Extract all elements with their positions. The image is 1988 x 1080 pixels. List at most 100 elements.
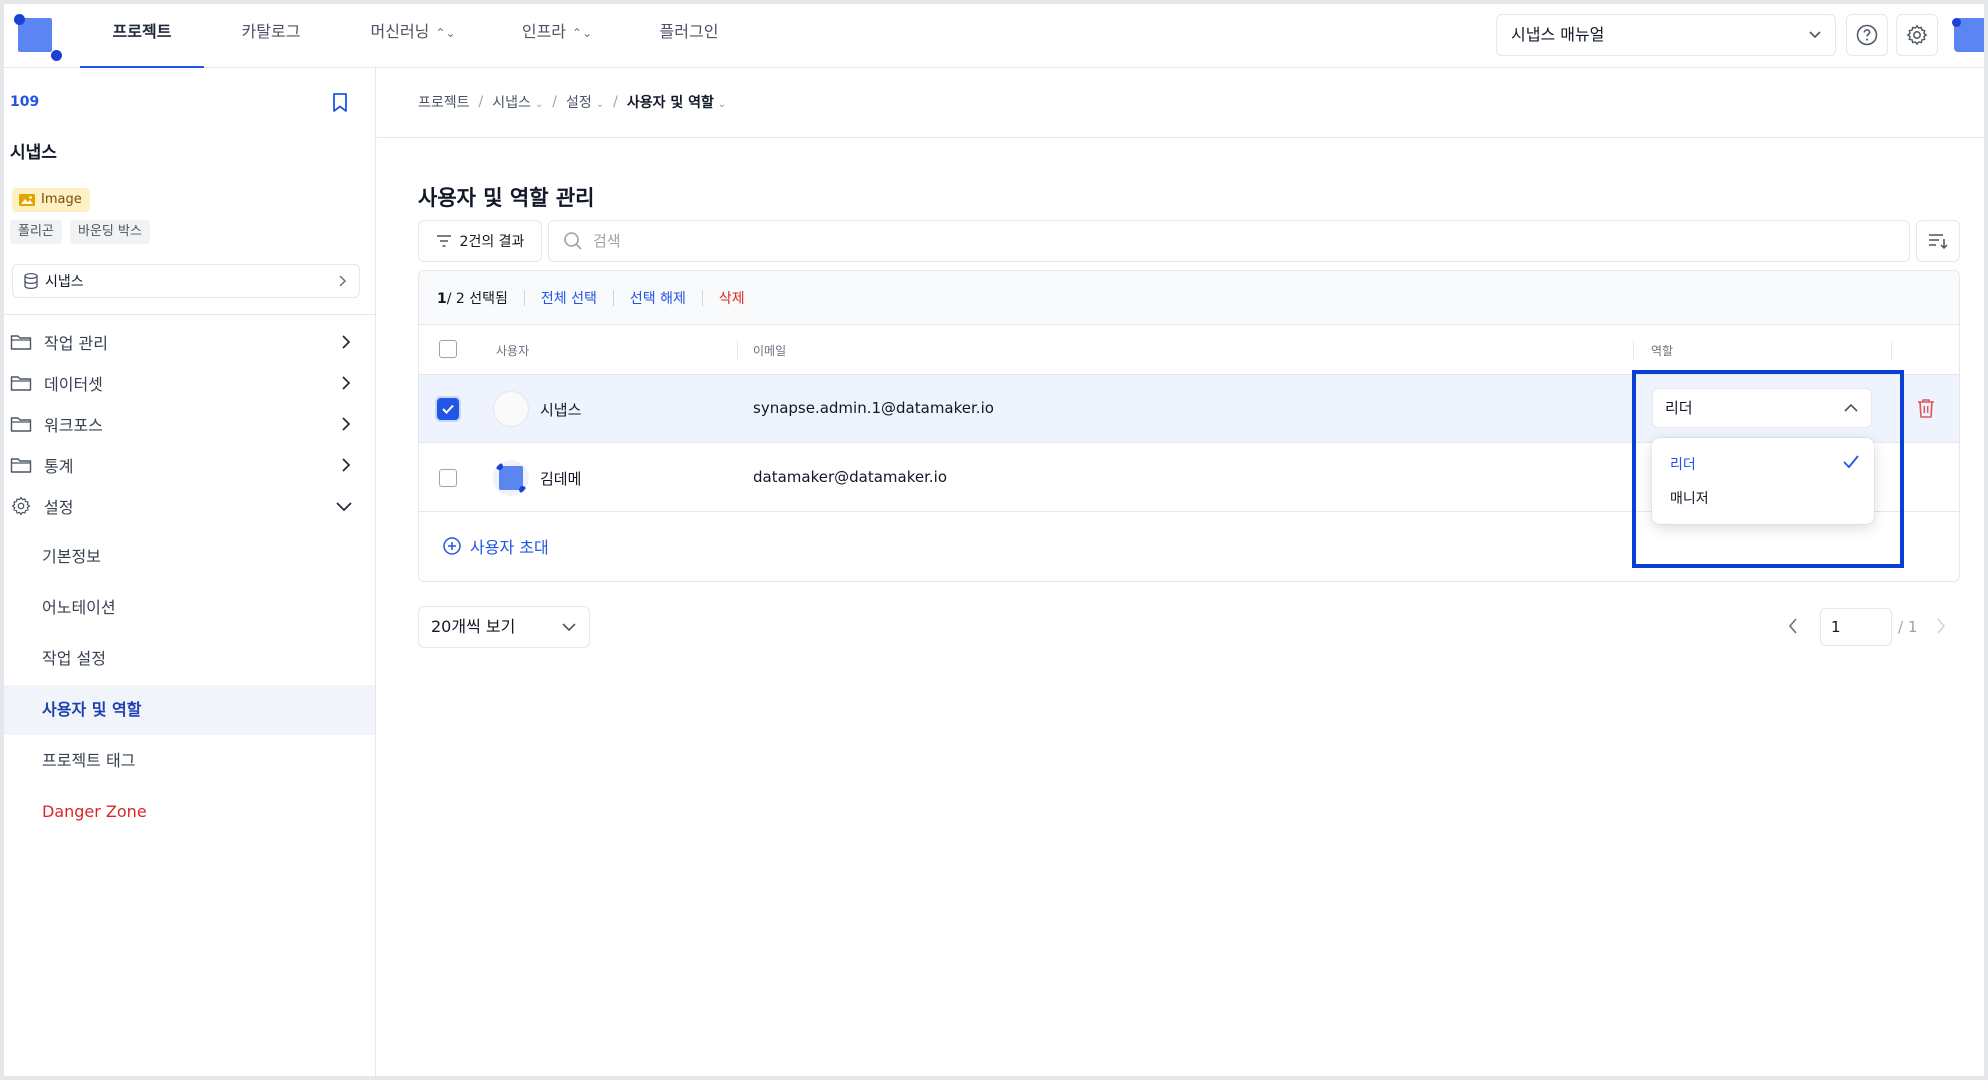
gear-icon <box>10 495 36 517</box>
nav-tab-plugin[interactable]: 플러그인 <box>644 4 734 68</box>
row-checkbox[interactable] <box>439 469 457 487</box>
settings-sub-danger-zone[interactable]: Danger Zone <box>4 787 375 837</box>
nav-tab-machine-learning[interactable]: 머신러닝 ⌃⌄ <box>348 4 478 68</box>
folder-icon <box>10 456 36 474</box>
sidebar-item-workforce[interactable]: 워크포스 <box>4 402 375 446</box>
invite-user-button[interactable]: 사용자 초대 <box>442 534 549 558</box>
nav-tab-catalog[interactable]: 카탈로그 <box>218 4 324 68</box>
nav-tab-infra[interactable]: 인프라 ⌃⌄ <box>504 4 610 68</box>
delete-user-button[interactable] <box>1914 396 1938 420</box>
trash-icon <box>1918 399 1934 418</box>
settings-sub-project-tags[interactable]: 프로젝트 태그 <box>4 736 375 786</box>
settings-button[interactable] <box>1896 14 1938 56</box>
avatar <box>493 391 529 427</box>
gear-icon <box>1906 24 1928 46</box>
app-logo[interactable] <box>14 14 62 61</box>
bookmark-icon[interactable] <box>330 92 350 118</box>
user-avatar[interactable] <box>1952 18 1984 54</box>
project-name: 시냅스 <box>10 143 57 163</box>
sidebar-item-statistics[interactable]: 통계 <box>4 443 375 487</box>
updown-chevron-icon: ⌃⌄ <box>435 26 456 40</box>
role-select[interactable]: 리더 <box>1652 388 1872 428</box>
manual-select[interactable]: 시냅스 매뉴얼 <box>1496 14 1836 56</box>
chevron-down-icon <box>335 498 353 518</box>
column-header-user: 사용자 <box>496 344 530 358</box>
breadcrumb: 프로젝트 / 시냅스 ⌄ / 설정 ⌄ / 사용자 및 역할 ⌄ <box>418 92 727 112</box>
role-dropdown-menu: 리더 매니저 <box>1652 438 1874 524</box>
avatar <box>493 460 529 496</box>
chevron-down-icon: ⌄ <box>595 99 605 110</box>
folder-icon <box>10 374 36 392</box>
sort-button[interactable] <box>1916 220 1960 262</box>
check-icon <box>442 404 454 414</box>
column-header-email: 이메일 <box>753 344 787 358</box>
chevron-left-icon <box>1788 618 1797 634</box>
search-input[interactable] <box>593 232 1895 250</box>
chevron-down-icon: ⌄ <box>717 99 727 110</box>
role-option-manager[interactable]: 매니저 <box>1670 488 1709 508</box>
breadcrumb-item[interactable]: 시냅스 ⌄ <box>492 92 543 112</box>
help-button[interactable] <box>1846 14 1888 56</box>
dataset-select[interactable]: 시냅스 <box>12 264 360 298</box>
chevron-down-icon <box>1807 15 1823 70</box>
app-window: 프로젝트 카탈로그 머신러닝 ⌃⌄ 인프라 ⌃⌄ 플러그인 시냅스 매뉴얼 109 … <box>0 0 1988 1080</box>
chevron-right-icon <box>339 375 353 395</box>
role-select-value: 리더 <box>1665 399 1693 417</box>
page-size-select[interactable]: 20개씩 보기 <box>418 606 590 648</box>
manual-select-value: 시냅스 매뉴얼 <box>1511 25 1605 44</box>
selection-count: 1/ 2 선택됨 <box>437 290 508 307</box>
filter-icon <box>436 235 451 247</box>
folder-icon <box>10 415 36 433</box>
table-header: 사용자 이메일 역할 <box>419 325 1959 375</box>
chevron-right-icon <box>1937 618 1946 634</box>
select-all-button[interactable]: 전체 선택 <box>541 288 597 308</box>
user-name: 시냅스 <box>540 401 582 419</box>
annotation-tag: 폴리곤 <box>10 220 62 244</box>
nav-tab-project[interactable]: 프로젝트 <box>80 4 204 68</box>
divider <box>377 137 1984 138</box>
sidebar-item-settings[interactable]: 설정 <box>4 484 375 528</box>
page-number-input[interactable]: 1 <box>1820 608 1892 646</box>
user-name: 김데메 <box>540 470 582 488</box>
settings-sub-task-settings[interactable]: 작업 설정 <box>4 634 375 684</box>
deselect-button[interactable]: 선택 해제 <box>630 288 686 308</box>
chevron-down-icon: ⌄ <box>534 99 544 110</box>
breadcrumb-item[interactable]: 설정 ⌄ <box>566 92 604 112</box>
chevron-right-icon <box>335 273 349 293</box>
previous-page-button[interactable] <box>1786 616 1800 640</box>
delete-selected-button[interactable]: 삭제 <box>719 288 745 308</box>
search-box[interactable] <box>548 220 1910 262</box>
help-icon <box>1856 24 1878 46</box>
filter-button[interactable]: 2건의 결과 <box>418 220 542 262</box>
page-total: / 1 <box>1898 618 1918 636</box>
next-page-button[interactable] <box>1934 616 1948 640</box>
sidebar-item-tasks[interactable]: 작업 관리 <box>4 320 375 364</box>
breadcrumb-item[interactable]: 프로젝트 <box>418 92 470 112</box>
check-icon <box>1842 454 1860 474</box>
chevron-up-icon <box>1843 389 1859 441</box>
role-option-leader[interactable]: 리더 <box>1670 454 1696 474</box>
sidebar-item-datasets[interactable]: 데이터셋 <box>4 361 375 405</box>
user-email: synapse.admin.1@datamaker.io <box>753 399 994 417</box>
database-icon <box>24 272 38 290</box>
selection-toolbar: 1/ 2 선택됨 전체 선택 선택 해제 삭제 <box>419 271 1959 325</box>
column-header-role: 역할 <box>1651 344 1674 358</box>
annotation-tag: 바운딩 박스 <box>70 220 150 244</box>
project-id: 109 <box>10 94 40 110</box>
settings-sub-users-roles[interactable]: 사용자 및 역할 <box>4 685 375 735</box>
folder-icon <box>10 333 36 351</box>
settings-sub-basic-info[interactable]: 기본정보 <box>4 532 375 582</box>
user-email: datamaker@datamaker.io <box>753 468 948 486</box>
settings-sub-annotation[interactable]: 어노테이션 <box>4 583 375 633</box>
search-icon <box>564 232 582 250</box>
sidebar: 109 시냅스 Image 폴리곤 바운딩 박스 시냅스 작업 관리 데이터셋 <box>4 68 376 1076</box>
chevron-right-icon <box>339 334 353 354</box>
select-all-checkbox[interactable] <box>439 340 457 358</box>
row-checkbox[interactable] <box>437 398 459 420</box>
sort-icon <box>1929 234 1948 250</box>
image-icon <box>19 194 35 206</box>
chevron-right-icon <box>339 457 353 477</box>
chevron-right-icon <box>339 416 353 436</box>
breadcrumb-current[interactable]: 사용자 및 역할 ⌄ <box>627 92 726 112</box>
updown-chevron-icon: ⌃⌄ <box>572 26 593 40</box>
